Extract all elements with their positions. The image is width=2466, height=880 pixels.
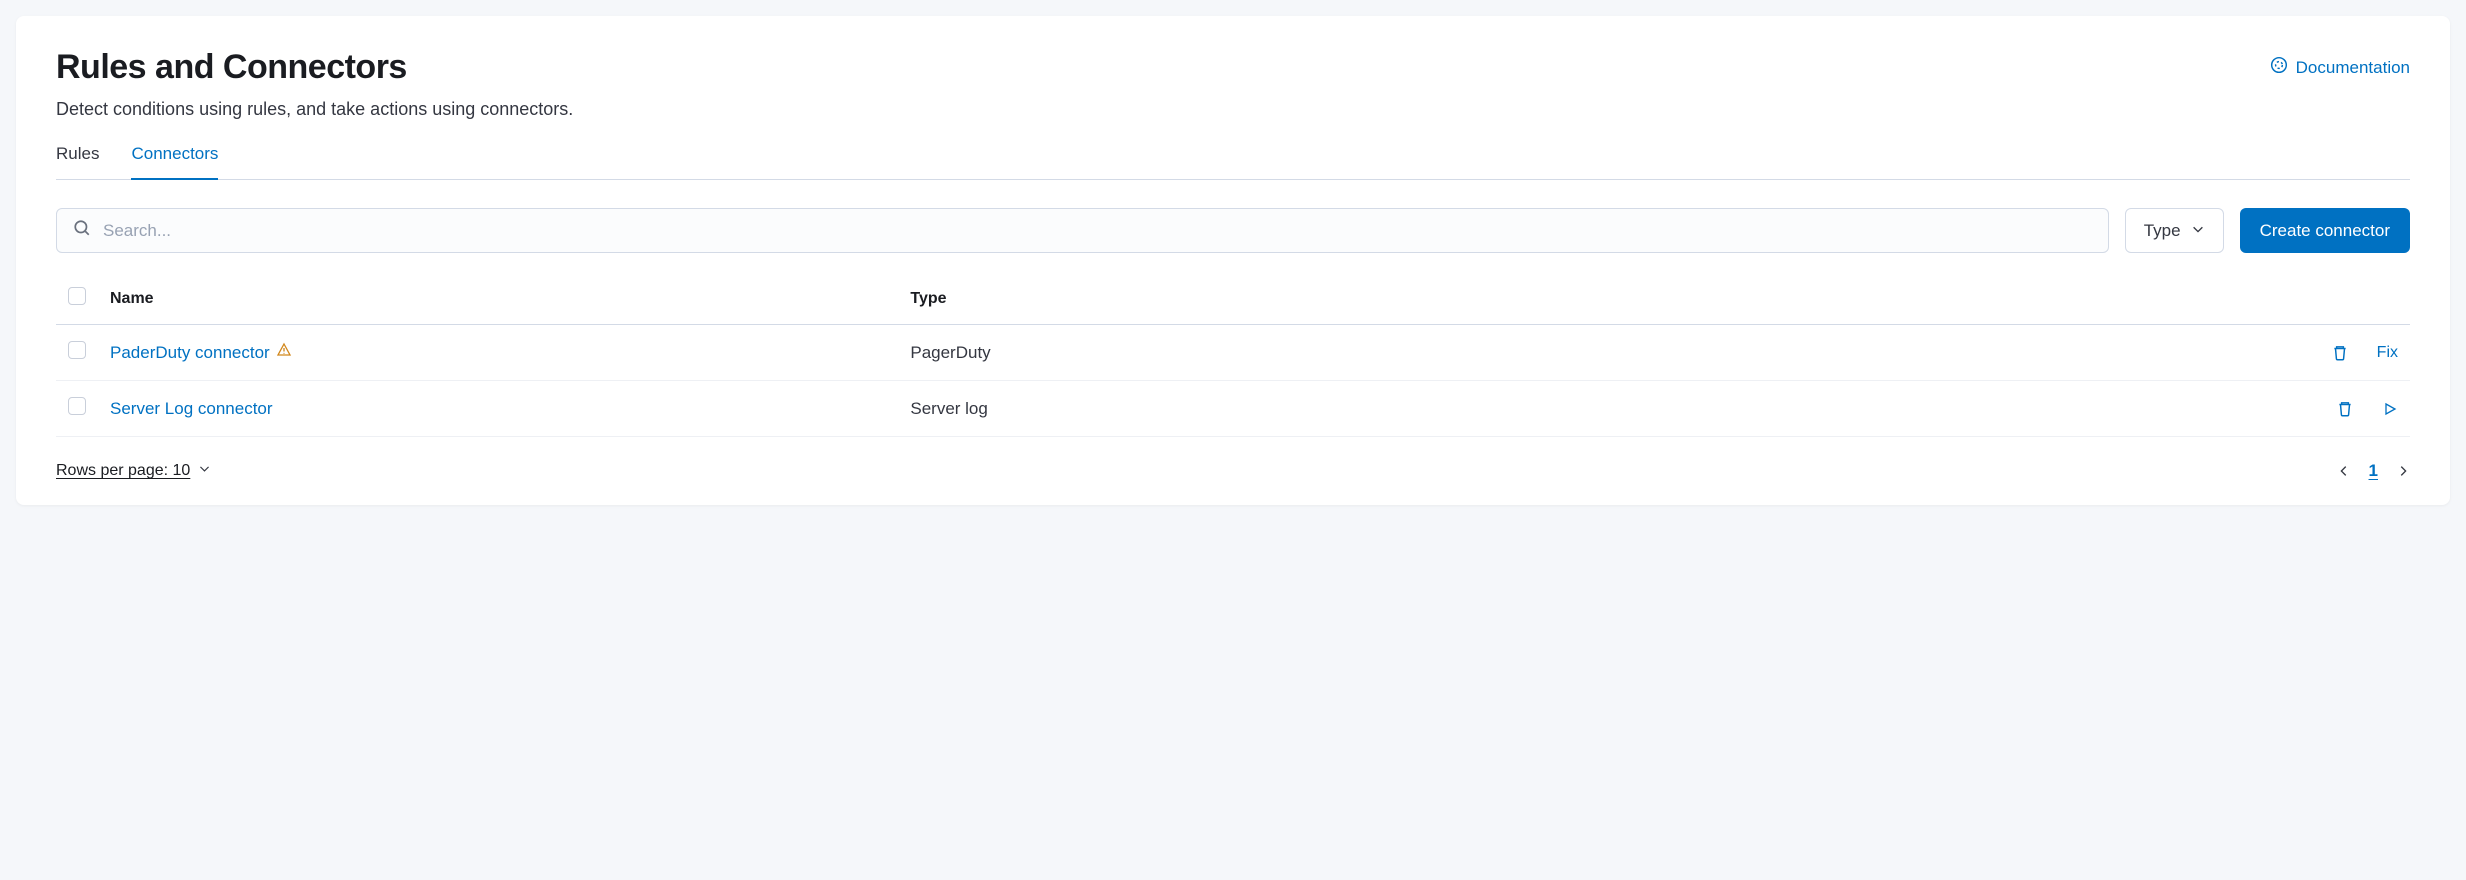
next-page-button[interactable]: [2396, 464, 2410, 478]
documentation-label: Documentation: [2296, 58, 2410, 78]
delete-button[interactable]: [2331, 344, 2349, 362]
row-checkbox[interactable]: [68, 397, 86, 415]
header-row: Rules and Connectors Documentation: [56, 48, 2410, 87]
rows-per-page-selector[interactable]: Rows per page: 10: [56, 462, 211, 480]
run-button[interactable]: [2382, 401, 2398, 417]
connector-name-link[interactable]: Server Log connector: [110, 399, 273, 419]
tab-connectors[interactable]: Connectors: [131, 144, 218, 180]
pagination: 1: [2337, 461, 2410, 481]
table-footer: Rows per page: 10 1: [56, 461, 2410, 481]
page-subtitle: Detect conditions using rules, and take …: [56, 99, 2410, 120]
main-card: Rules and Connectors Documentation Detec…: [16, 16, 2450, 505]
chevron-down-icon: [2191, 221, 2205, 241]
connector-type: PagerDuty: [898, 325, 1704, 381]
search-input[interactable]: [103, 221, 2092, 241]
rows-per-page-label: Rows per page: 10: [56, 462, 190, 480]
warning-icon: [276, 342, 292, 363]
search-icon: [73, 219, 91, 242]
connector-name-link[interactable]: PaderDuty connector: [110, 343, 270, 363]
controls-row: Type Create connector: [56, 208, 2410, 253]
page-title: Rules and Connectors: [56, 48, 407, 87]
table-row: Server Log connector Server log: [56, 381, 2410, 437]
type-filter-label: Type: [2144, 221, 2181, 241]
chevron-down-icon: [198, 462, 211, 480]
tab-rules[interactable]: Rules: [56, 144, 99, 180]
fix-button[interactable]: Fix: [2377, 344, 2398, 362]
prev-page-button[interactable]: [2337, 464, 2351, 478]
table-row: PaderDuty connector PagerDuty: [56, 325, 2410, 381]
connectors-table: Name Type PaderDuty connector: [56, 277, 2410, 437]
documentation-link[interactable]: Documentation: [2270, 56, 2410, 79]
select-all-checkbox[interactable]: [68, 287, 86, 305]
create-connector-button[interactable]: Create connector: [2240, 208, 2410, 253]
search-box[interactable]: [56, 208, 2109, 253]
column-header-name[interactable]: Name: [98, 277, 898, 325]
connector-type: Server log: [898, 381, 1704, 437]
tabs: Rules Connectors: [56, 144, 2410, 180]
page-number[interactable]: 1: [2369, 461, 2378, 481]
type-filter-dropdown[interactable]: Type: [2125, 208, 2224, 253]
delete-button[interactable]: [2336, 400, 2354, 418]
header-checkbox-cell: [56, 277, 98, 325]
column-header-type[interactable]: Type: [898, 277, 1704, 325]
row-checkbox[interactable]: [68, 341, 86, 359]
column-header-actions: [1704, 277, 2410, 325]
help-icon: [2270, 56, 2288, 79]
